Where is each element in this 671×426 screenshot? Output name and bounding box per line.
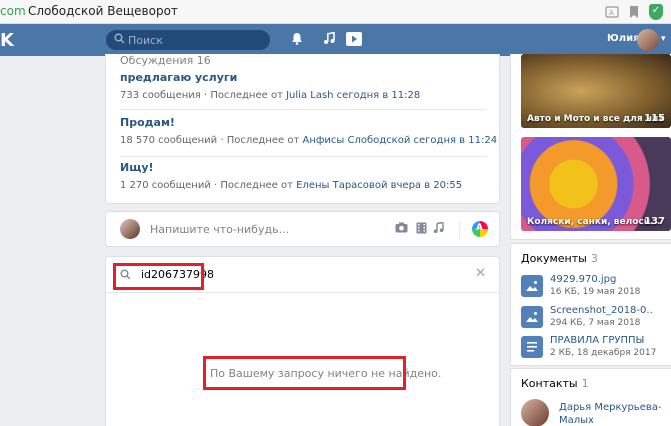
discussion-meta: 1 270 сообщений · Последнее от Елены Тар… (120, 180, 462, 191)
contacts-header[interactable]: Контакты 1 (521, 377, 589, 390)
url-domain[interactable]: com (0, 4, 26, 18)
site-header: K Поиск Юлия ▾ (0, 24, 671, 56)
contacts-count: 1 (581, 377, 589, 390)
document-icon (521, 336, 543, 358)
documents-count: 3 (590, 252, 598, 265)
document-meta: 16 КБ, 19 мая 2018 (550, 287, 641, 297)
discussion-item[interactable]: Ищу! 1 270 сообщений · Последнее от Елен… (120, 161, 462, 191)
discussions-header[interactable]: Обсуждения 16 (120, 54, 211, 67)
message-count: 1 270 сообщений (120, 180, 211, 191)
search-icon (114, 33, 125, 47)
document-name[interactable]: ПРАВИЛА ГРУППЫ (550, 335, 644, 346)
bookmark-icon[interactable] (627, 5, 641, 19)
document-meta: 294 КБ, 7 мая 2018 (550, 318, 641, 328)
message-count: 18 570 сообщений (120, 135, 218, 146)
music-icon[interactable] (323, 31, 336, 48)
music-icon[interactable] (433, 221, 445, 237)
discussion-item[interactable]: предлагаю услуги 733 сообщения · Последн… (120, 71, 420, 101)
composer-avatar (120, 219, 140, 239)
chevron-down-icon[interactable]: ▾ (661, 34, 666, 44)
close-icon[interactable]: ✕ (475, 266, 486, 281)
post-composer: Напишите что-нибудь... A (105, 211, 500, 247)
divider (120, 109, 487, 110)
album-count: 137 (644, 216, 665, 227)
composer-separator (459, 220, 460, 240)
last-prefix: · Последнее от (214, 180, 293, 191)
vk-logo[interactable]: K (0, 30, 14, 51)
search-results-card: id206737998 ✕ По Вашему запросу ничего н… (105, 256, 500, 426)
graffiti-letter: A (476, 223, 483, 233)
discussion-meta: 733 сообщения · Последнее от Julia Lash … (120, 90, 420, 101)
album-thumbnail[interactable]: Авто и Мото и все для них 115 (521, 54, 671, 128)
contacts-card: Контакты 1 Дарья Меркурьева-Малых (510, 368, 671, 426)
contact-avatar[interactable] (521, 399, 549, 426)
contact-name[interactable]: Дарья Меркурьева-Малых (559, 401, 671, 426)
svg-text:A: A (609, 9, 614, 17)
video-icon[interactable] (416, 222, 427, 237)
shield-icon[interactable]: ✓ (649, 4, 663, 20)
last-prefix: · Последнее от (220, 135, 300, 146)
image-icon (521, 275, 543, 297)
document-item[interactable]: 4929.970.jpg 16 КБ, 19 мая 2018 (521, 274, 671, 301)
documents-title: Документы (521, 252, 587, 265)
play-icon[interactable] (346, 32, 362, 49)
header-search-input[interactable]: Поиск (106, 30, 270, 50)
document-item[interactable]: Screenshot_2018-0.. 294 КБ, 7 мая 2018 (521, 305, 671, 332)
highlight-box-message (203, 356, 406, 390)
composer-input[interactable]: Напишите что-нибудь... (150, 223, 289, 236)
document-item[interactable]: ПРАВИЛА ГРУППЫ 2 КБ, 18 декабря 2017 (521, 335, 671, 362)
search-placeholder: Поиск (128, 34, 163, 47)
discussion-item[interactable]: Продам! 18 570 сообщений · Последнее от … (120, 116, 497, 146)
highlight-box-query (113, 263, 204, 290)
document-name[interactable]: Screenshot_2018-0.. (550, 305, 653, 316)
document-meta: 2 КБ, 18 декабря 2017 (550, 348, 657, 358)
document-name[interactable]: 4929.970.jpg (550, 274, 616, 285)
album-thumbnail[interactable]: Коляски, санки, велоси... 137 (521, 137, 671, 231)
page-title: Слободской Вещеворот (28, 4, 178, 18)
last-prefix: · Последнее от (203, 90, 283, 101)
contacts-title: Контакты (521, 377, 578, 390)
camera-icon[interactable] (395, 222, 408, 236)
documents-header[interactable]: Документы 3 (521, 252, 598, 265)
divider (120, 156, 487, 157)
discussion-title[interactable]: Продам! (120, 116, 497, 129)
discussion-title[interactable]: Ищу! (120, 161, 462, 174)
translate-icon[interactable]: A (605, 5, 619, 19)
last-post-link[interactable]: Julia Lash сегодня в 11:28 (286, 90, 420, 101)
album-count: 115 (644, 113, 665, 124)
documents-card: Документы 3 4929.970.jpg 16 КБ, 19 мая 20… (510, 243, 671, 366)
photo-albums-card: Авто и Мото и все для них 115 Коляски, с… (510, 54, 671, 240)
last-post-link[interactable]: Анфисы Слободской сегодня в 11:24 (302, 135, 497, 146)
discussion-meta: 18 570 сообщений · Последнее от Анфисы С… (120, 135, 497, 146)
bell-icon[interactable] (291, 32, 303, 48)
discussion-title[interactable]: предлагаю услуги (120, 71, 420, 84)
graffiti-icon[interactable]: A (472, 221, 488, 237)
image-icon (521, 306, 543, 328)
browser-tab-bar: com Слободской Вещеворот A ✓ (0, 0, 671, 24)
discussions-card: Обсуждения 16 предлагаю услуги 733 сообщ… (105, 54, 500, 204)
last-post-link[interactable]: Елены Тарасовой вчера в 20:55 (296, 180, 462, 191)
album-caption: Коляски, санки, велоси... (527, 217, 661, 227)
user-name[interactable]: Юлия (607, 33, 640, 44)
user-avatar[interactable] (637, 29, 659, 51)
message-count: 733 сообщения (120, 90, 201, 101)
